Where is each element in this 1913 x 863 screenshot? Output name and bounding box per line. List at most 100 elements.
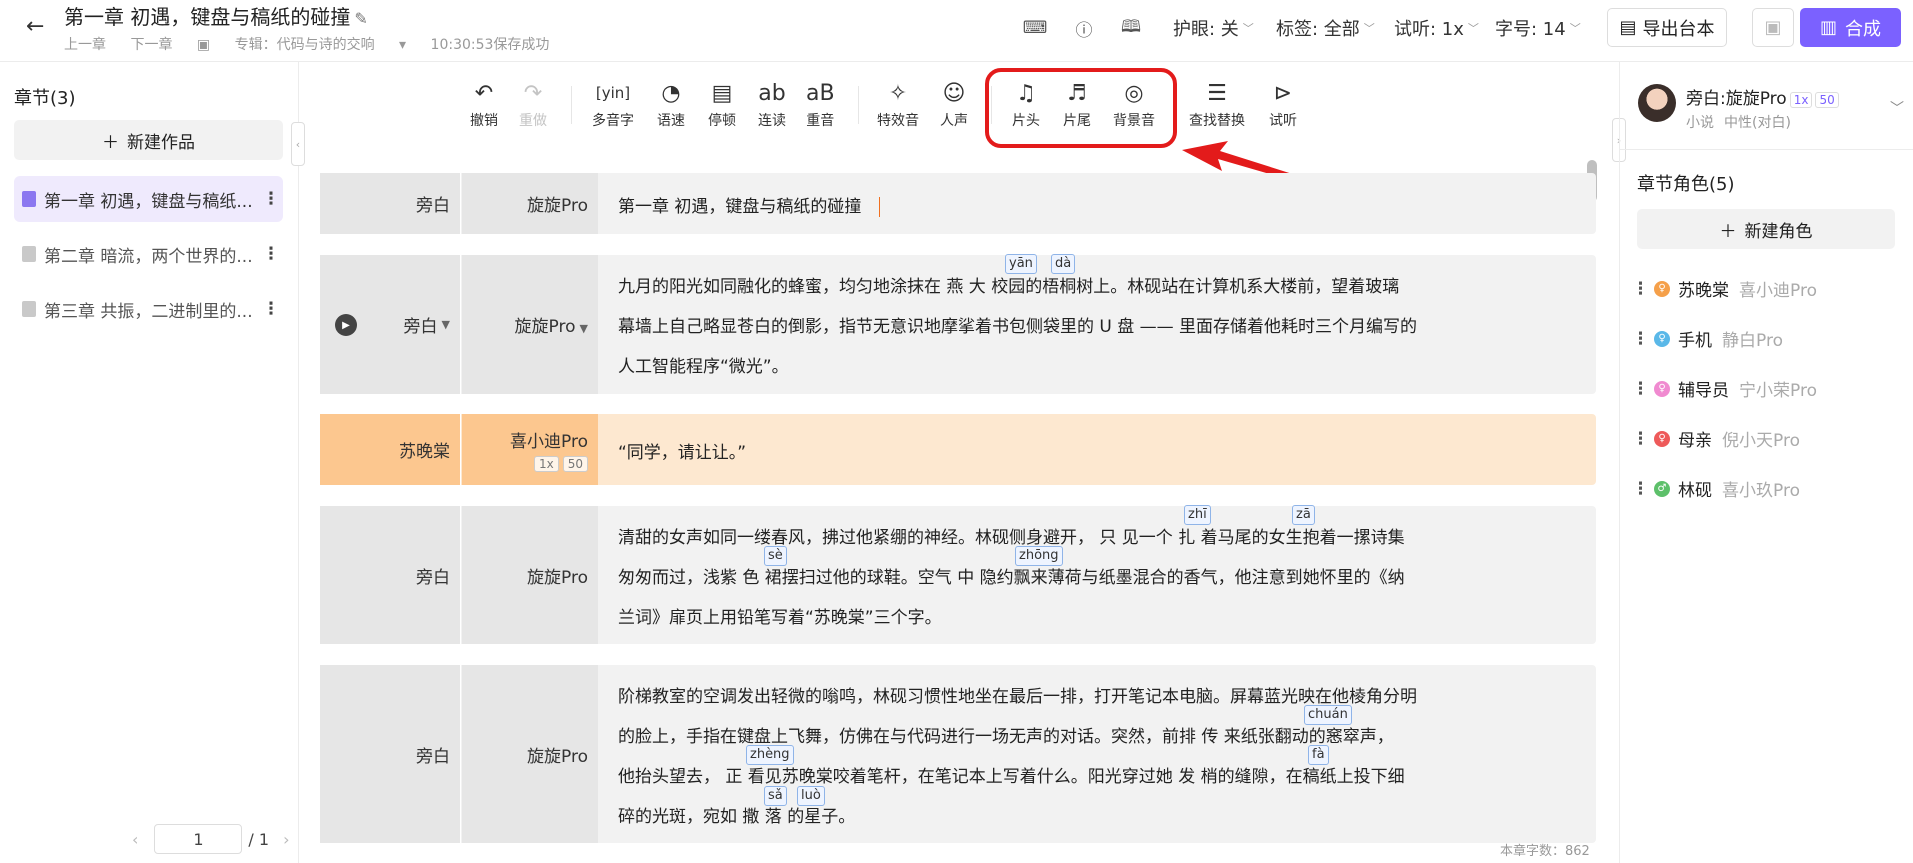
- play-icon[interactable]: ▶: [335, 314, 357, 336]
- chapter-nav: 上一章 下一章 ▣ 专辑：代码与诗的交响 ▾ 10:30:53保存成功: [64, 34, 569, 54]
- segment-text-line[interactable]: 匆匆而过，浅紫 色 裙摆扫过他的球鞋。空气 中 隐约飘来薄荷与纸墨混合的香气，他…: [618, 563, 1405, 588]
- speed-button[interactable]: ◔ 语速: [657, 76, 685, 130]
- role-cell[interactable]: 旁白: [320, 506, 461, 644]
- drag-handle-icon[interactable]: ⋮: [1632, 479, 1649, 499]
- divider: [1620, 149, 1913, 150]
- segment-text-line[interactable]: 九月的阳光如同融化的蜂蜜，均匀地涂抹在 燕 大 校园的梧桐树上。林砚站在计算机系…: [618, 272, 1399, 297]
- chapter-item-3[interactable]: 第三章 共振，二进制里的... ⋮: [14, 286, 283, 332]
- role-color-icon: ♂: [1654, 480, 1670, 497]
- segment-text-line[interactable]: 人工智能程序“微光”。: [618, 352, 789, 377]
- role-item[interactable]: ⋮ ♂ 林砚 喜小玖Pro: [1632, 476, 1800, 502]
- segment-text-line[interactable]: 兰词》扉页上用铅笔写着“苏晚棠”三个字。: [618, 603, 942, 628]
- listen-speed-dropdown[interactable]: 试听: 1x ﹀: [1394, 0, 1479, 56]
- segment-text-line[interactable]: 的脸上，手指在键盘上飞舞，仿佛在与代码进行一场无声的对话。突然，前排 传 来纸张…: [618, 722, 1394, 747]
- pinyin-tag[interactable]: chuán: [1304, 705, 1352, 725]
- new-role-button[interactable]: ＋新建角色: [1637, 209, 1895, 249]
- back-arrow-icon[interactable]: ←: [26, 14, 44, 39]
- role-color-icon: ♀: [1654, 280, 1670, 297]
- plus-icon: ＋: [1719, 221, 1737, 242]
- segment-text-line[interactable]: 清甜的女声如同一缕春风，拂过他紧绷的神经。林砚侧身避开， 只 见一个 扎 着马尾…: [618, 523, 1405, 548]
- polyphone-button[interactable]: [yin] 多音字: [592, 76, 634, 130]
- voice-cell[interactable]: 旋旋Pro ▼: [462, 255, 598, 394]
- role-cell[interactable]: 苏晚棠: [320, 414, 461, 485]
- help-icon[interactable]: ⓘ: [1073, 0, 1095, 56]
- role-item[interactable]: ⋮ ♀ 辅导员 宁小荣Pro: [1632, 376, 1817, 402]
- segment-row-2[interactable]: 旁白 ▼ 旋旋Pro ▼ 九月的阳光如同融化的蜂蜜，均匀地涂抹在 燕 大 校园的梧桐…: [320, 255, 1596, 394]
- drag-handle-icon[interactable]: ⋮: [1632, 379, 1649, 399]
- save-button[interactable]: ▣: [1752, 8, 1794, 47]
- segment-text-line[interactable]: 幕墙上自己略显苍白的倒影，指节无意识地摩挲着书包侧袋里的 U 盘 —— 里面存储…: [618, 312, 1417, 337]
- pinyin-tag[interactable]: fà: [1308, 745, 1329, 765]
- role-item[interactable]: ⋮ ♀ 苏晚棠 喜小迪Pro: [1632, 276, 1817, 302]
- voice-cell[interactable]: 喜小迪Pro 1x 50: [462, 414, 598, 485]
- eye-care-dropdown[interactable]: 护眼: 关 ﹀: [1173, 0, 1254, 56]
- pinyin-tag[interactable]: dà: [1051, 254, 1076, 274]
- edit-pen-icon[interactable]: ✎: [354, 9, 367, 28]
- pinyin-tag[interactable]: sǎ: [764, 786, 787, 806]
- role-item[interactable]: ⋮ ♀ 母亲 倪小天Pro: [1632, 426, 1800, 452]
- save-status: 10:30:53保存成功: [430, 37, 550, 53]
- role-item[interactable]: ⋮ ♀ 手机 静白Pro: [1632, 326, 1783, 352]
- stress-button[interactable]: aB 重音: [806, 76, 835, 130]
- pinyin-tag[interactable]: zā: [1292, 505, 1315, 525]
- more-options-icon[interactable]: ⋮: [259, 299, 283, 319]
- segment-text[interactable]: “同学，请让让。”: [618, 438, 1576, 463]
- prev-chapter-link[interactable]: 上一章: [64, 37, 106, 53]
- segment-row-4[interactable]: 旁白 旋旋Pro 清甜的女声如同一缕春风，拂过他紧绷的神经。林砚侧身避开， 只 …: [320, 506, 1596, 644]
- pinyin-tag[interactable]: zhī: [1184, 505, 1211, 525]
- chapter-sidebar: 章节(3) ＋新建作品 第一章 初遇，键盘与稿纸... ⋮ 第二章 暗流，两个世界…: [0, 62, 299, 863]
- pinyin-tag[interactable]: yān: [1005, 254, 1037, 274]
- book-icon[interactable]: 🕮: [1120, 0, 1142, 56]
- word-count: 本章字数：862: [1500, 844, 1590, 859]
- drag-handle-icon[interactable]: ⋮: [1632, 329, 1649, 349]
- chapter-item-1[interactable]: 第一章 初遇，键盘与稿纸... ⋮: [14, 176, 283, 222]
- chapter-item-2[interactable]: 第二章 暗流，两个世界的... ⋮: [14, 231, 283, 277]
- segment-row-1[interactable]: 旁白 旋旋Pro 第一章 初遇，键盘与稿纸的碰撞: [320, 173, 1596, 234]
- save-icon: ▣: [1764, 17, 1782, 38]
- drag-handle-icon[interactable]: ⋮: [1632, 279, 1649, 299]
- narrator-voice[interactable]: 旁白:旋旋Pro 1x 50: [1686, 84, 1839, 109]
- pause-button[interactable]: ▤ 停顿: [708, 76, 736, 130]
- preview-button[interactable]: ⊳ 试听: [1269, 76, 1297, 130]
- polyphone-icon: [yin]: [595, 84, 631, 102]
- font-size-dropdown[interactable]: 字号: 14 ﹀: [1495, 0, 1581, 56]
- segment-text-line[interactable]: 他抬头望去， 正 看见苏晚棠咬着笔杆，在笔记本上写着什么。阳光穿过她 发 梢的缝…: [618, 762, 1405, 787]
- export-icon: ▤: [1619, 17, 1637, 38]
- liaison-button[interactable]: ab 连读: [758, 76, 786, 130]
- undo-button[interactable]: ↶ 撤销: [470, 76, 498, 130]
- export-script-button[interactable]: ▤ 导出台本: [1607, 8, 1727, 47]
- chevron-down-icon[interactable]: ﹀: [1890, 98, 1904, 118]
- role-cell[interactable]: 旁白: [320, 665, 461, 843]
- speed-icon: ◔: [661, 80, 681, 106]
- pinyin-tag[interactable]: sè: [764, 546, 787, 566]
- pause-icon: ▤: [711, 80, 733, 106]
- redo-button[interactable]: ↷ 重做: [519, 76, 547, 130]
- more-options-icon[interactable]: ⋮: [259, 189, 283, 209]
- synthesize-button[interactable]: ▥ 合成: [1800, 8, 1901, 47]
- segment-text-line[interactable]: 阶梯教室的空调发出轻微的嗡鸣，林砚习惯性地坐在最后一排，打开笔记本电脑。屏幕蓝光…: [618, 682, 1417, 707]
- segment-row-5[interactable]: 旁白 旋旋Pro 阶梯教室的空调发出轻微的嗡鸣，林砚习惯性地坐在最后一排，打开笔…: [320, 665, 1596, 843]
- role-cell[interactable]: 旁白: [320, 173, 461, 234]
- keyboard-icon[interactable]: ⌨: [1023, 0, 1048, 56]
- more-options-icon[interactable]: ⋮: [259, 244, 283, 264]
- page-total: / 1: [248, 829, 270, 849]
- prev-page-icon[interactable]: ‹: [132, 830, 138, 849]
- drag-handle-icon[interactable]: ⋮: [1632, 429, 1649, 449]
- segment-row-3[interactable]: 苏晚棠 喜小迪Pro 1x 50 “同学，请让让。”: [320, 414, 1596, 485]
- voice-cell[interactable]: 旋旋Pro: [462, 173, 598, 234]
- voice-cell[interactable]: 旋旋Pro: [462, 506, 598, 644]
- pinyin-tag[interactable]: zhōng: [1015, 546, 1063, 566]
- segment-text[interactable]: 第一章 初遇，键盘与稿纸的碰撞: [618, 192, 1576, 217]
- next-page-icon[interactable]: ›: [283, 830, 289, 849]
- album-selector[interactable]: ▣ 专辑：代码与诗的交响 ▾: [197, 37, 406, 53]
- new-work-button[interactable]: ＋新建作品: [14, 120, 283, 160]
- pinyin-tag[interactable]: zhèng: [746, 745, 794, 765]
- voice-cell[interactable]: 旋旋Pro: [462, 665, 598, 843]
- sound-effect-button[interactable]: ✧ 特效音: [877, 76, 919, 130]
- page-input[interactable]: 1: [154, 824, 243, 854]
- next-chapter-link[interactable]: 下一章: [130, 37, 172, 53]
- human-voice-button[interactable]: ☺ 人声: [940, 76, 968, 130]
- pinyin-tag[interactable]: luò: [797, 786, 825, 806]
- tag-filter-dropdown[interactable]: 标签: 全部 ﹀: [1276, 0, 1375, 56]
- find-replace-button[interactable]: ☰ 查找替换: [1189, 76, 1245, 130]
